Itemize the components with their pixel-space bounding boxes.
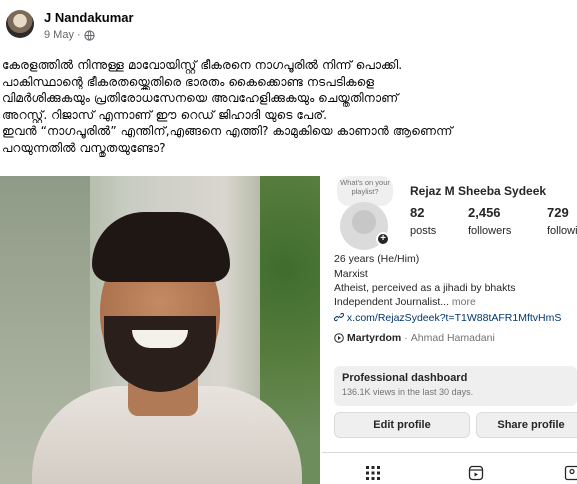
bio-line: Marxist (334, 268, 368, 280)
meta-separator: · (76, 29, 81, 41)
author-avatar[interactable] (6, 10, 34, 38)
stat-posts-label: posts (410, 225, 437, 237)
stat-following-value: 729 (547, 205, 569, 220)
grid-icon (366, 466, 380, 480)
stat-posts: 82 posts (410, 205, 436, 237)
post-text-line: പാകിസ്ഥാന്റെ ഭീകരതയ്ക്കെതിരെ ഭാരതം കൈക്ക… (2, 74, 375, 89)
add-story-icon: + (376, 232, 390, 246)
link-icon (334, 312, 345, 322)
share-profile-button: Share profile (476, 412, 577, 438)
post-text-line: വിമർശിക്കുകയും പ്രതിരോധസേനയെ അവഹേളിക്കുക… (2, 91, 399, 106)
person-photo[interactable] (0, 176, 320, 484)
reels-icon (468, 465, 484, 481)
music-separator: · (404, 332, 408, 344)
music-title: Martyrdom (347, 332, 402, 344)
stat-following: 729 following (547, 205, 577, 237)
bio-line: Independent Journalist... more (334, 295, 577, 309)
author-name[interactable]: J Nandakumar (44, 10, 134, 25)
bio-music: Martyrdom · Ahmad Hamadani (334, 331, 577, 345)
stat-followers-value: 2,456 (468, 205, 501, 220)
music-artist: Ahmad Hamadani (410, 332, 495, 344)
post-text: കേരളത്തിൽ നിന്നുള്ള മാവോയിസ്റ്റ് ഭീകരനെ … (2, 57, 574, 157)
bio-line: Atheist, perceived as a jihadi by bhakts (334, 282, 516, 294)
post-text-line: കേരളത്തിൽ നിന്നുള്ള മാവോയിസ്റ്റ് ഭീകരനെ … (2, 58, 403, 72)
photo-beard (104, 316, 216, 392)
tagged-icon (564, 465, 577, 481)
edit-profile-button: Edit profile (334, 412, 470, 438)
profile-tab-bar (322, 452, 577, 484)
bio-link-text: x.com/RejazSydeek?t=T1W88tAFR1MftvHmS (346, 312, 562, 324)
photo-hair (92, 212, 230, 282)
post-text-line: പറയുന്നതിൽ വസ്തുതയുണ്ടോ? (2, 140, 166, 155)
globe-icon[interactable] (84, 29, 95, 41)
profile-username: Rejaz M Sheeba Sydeek (410, 184, 547, 198)
post-header: J Nandakumar 9 May · (6, 8, 566, 48)
bio-more-link: more (449, 296, 476, 308)
post-text-line: ഇവൻ “നാഗപൂരിൽ” എന്തിന്,എങ്ങനെ എത്തി? കാമ… (2, 124, 453, 139)
profile-bio: 26 years (He/Him) Marxist Atheist, perce… (334, 252, 577, 345)
stat-following-label: following (547, 225, 577, 237)
post-text-line: അറസ്റ്റ്. റിജാസ് എന്നാണ് ഈ റെഡ് ജിഹാദി യ… (2, 107, 328, 122)
instagram-profile-screenshot[interactable]: What's on your playlist? + Rejaz M Sheeb… (322, 176, 577, 484)
bio-link: x.com/RejazSydeek?t=T1W88tAFR1MftvHmS (334, 311, 577, 325)
bio-age: 26 years (He/Him) (334, 253, 420, 265)
dashboard-title: Professional dashboard (342, 372, 468, 384)
post-date[interactable]: 9 May (44, 29, 74, 41)
stat-posts-value: 82 (410, 205, 425, 220)
professional-dashboard: Professional dashboard 136.1K views in t… (334, 366, 577, 406)
post-meta: 9 May · (44, 29, 95, 41)
stat-followers-label: followers (468, 225, 512, 237)
music-play-icon (334, 333, 344, 343)
bio-journalist: Independent Journalist... (334, 296, 449, 308)
dashboard-subtitle: 136.1K views in the last 30 days. (342, 387, 474, 397)
stat-followers: 2,456 followers (468, 205, 511, 237)
